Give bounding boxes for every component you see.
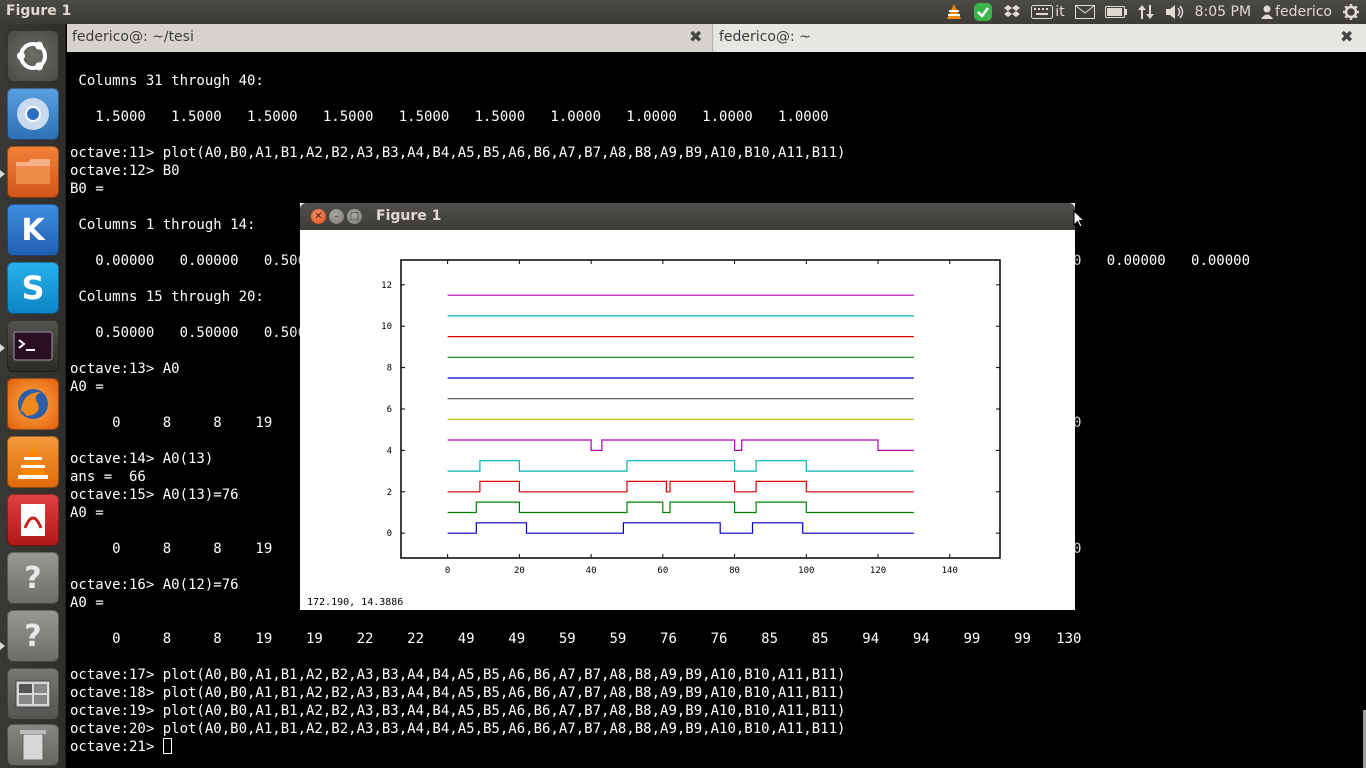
vlc-tray-icon[interactable]	[945, 0, 963, 24]
terminal-line: Columns 31 through 40:	[70, 73, 264, 89]
user-menu[interactable]: federico	[1261, 0, 1332, 24]
terminal-tab-bar: federico@: ~/tesi ✖ federico@: ~ ✖	[67, 24, 1366, 52]
dash-home-button[interactable]	[7, 30, 59, 82]
terminal-line: ans = 66	[70, 469, 146, 485]
dropbox-icon[interactable]	[1003, 0, 1021, 24]
plot-frame	[400, 259, 1001, 559]
top-panel: Figure 1 it 8:05 PM federico	[0, 0, 1366, 24]
vlc-icon	[18, 446, 48, 479]
trash-icon	[20, 730, 46, 761]
tab-terminal-home[interactable]: federico@: ~ ✖	[714, 24, 1366, 52]
unknown-app-launcher-1[interactable]: ?	[7, 552, 59, 604]
chromium-icon	[17, 98, 49, 130]
terminal-line: octave:20> plot(A0,B0,A1,B1,A2,B2,A3,B3,…	[70, 721, 846, 737]
x-tick-label: 120	[870, 566, 886, 576]
plot-area[interactable]: 0 20 40 60 80 100 120 140 0 2 4 6 8 10 12	[300, 230, 1075, 595]
workspace-switcher-launcher[interactable]	[7, 668, 59, 720]
close-window-button[interactable]: ✕	[311, 209, 326, 224]
skype-icon: S	[21, 269, 45, 307]
maximize-window-button[interactable]: □	[347, 209, 362, 224]
terminal-line: 0 8 8 19 19 22 22 49 49 59 59 76 76 85 8…	[70, 631, 1082, 647]
document-viewer-launcher[interactable]	[7, 494, 59, 546]
x-tick-label: 100	[798, 566, 814, 576]
tab-close-icon[interactable]: ✖	[1340, 27, 1353, 46]
chromium-launcher[interactable]	[7, 88, 59, 140]
x-tick-label: 80	[729, 566, 740, 576]
y-tick-label: 8	[387, 364, 392, 374]
y-tick-label: 0	[387, 529, 392, 539]
figure-titlebar[interactable]: ✕ – □ Figure 1	[300, 203, 1075, 230]
terminal-line: Columns 1 through 14:	[70, 217, 256, 233]
terminal-launcher[interactable]	[7, 320, 59, 372]
network-icon[interactable]	[1137, 0, 1155, 24]
firefox-launcher[interactable]	[7, 378, 59, 430]
tab-terminal-tesi[interactable]: federico@: ~/tesi ✖	[67, 24, 713, 52]
figure-window[interactable]: ✕ – □ Figure 1 0 20 40 60 80 100 120 140 0 2 4 6 8 10…	[300, 203, 1075, 610]
cursor-coordinates: 172.190, 14.3886	[307, 597, 404, 608]
y-tick-label: 12	[381, 281, 392, 291]
terminal-cursor	[162, 738, 172, 754]
y-tick-label: 2	[387, 488, 392, 498]
update-ok-icon[interactable]	[973, 0, 993, 24]
y-tick-label: 4	[387, 446, 392, 456]
terminal-line: A0 =	[70, 595, 104, 611]
tab-close-icon[interactable]: ✖	[689, 27, 702, 46]
trash-launcher[interactable]	[7, 724, 59, 766]
keyboard-layout-label: it	[1055, 4, 1065, 20]
clock[interactable]: 8:05 PM	[1195, 0, 1251, 24]
launcher: K S ? ?	[0, 24, 66, 768]
user-name: federico	[1275, 4, 1332, 20]
x-tick-label: 0	[445, 566, 450, 576]
terminal-line: 1.5000 1.5000 1.5000 1.5000 1.5000 1.500…	[70, 109, 829, 125]
kile-icon: K	[21, 212, 45, 248]
terminal-line: B0 =	[70, 181, 104, 197]
document-viewer-icon	[21, 504, 45, 536]
battery-icon[interactable]	[1104, 0, 1127, 24]
unknown-app-launcher-2[interactable]: ?	[7, 610, 59, 662]
workspace-switcher-icon	[15, 680, 51, 708]
terminal-icon	[13, 331, 53, 361]
terminal-line: octave:12> B0	[70, 163, 180, 179]
app-title: Figure 1	[6, 3, 72, 19]
skype-launcher[interactable]: S	[7, 262, 59, 314]
y-tick-label: 6	[387, 405, 392, 415]
question-mark-icon: ?	[24, 560, 42, 596]
keyboard-layout-indicator[interactable]: it	[1031, 0, 1065, 24]
tab-label: federico@: ~/tesi	[72, 29, 194, 45]
figure-title: Figure 1	[376, 208, 442, 224]
terminal-line: octave:15> A0(13)=76	[70, 487, 239, 503]
firefox-icon	[18, 389, 48, 419]
mouse-pointer-icon	[1073, 210, 1085, 228]
indicator-area: it 8:05 PM federico	[945, 0, 1360, 24]
terminal-line: Columns 15 through 20:	[70, 289, 264, 305]
user-icon	[1261, 5, 1274, 19]
ubuntu-logo-icon	[17, 41, 47, 71]
x-tick-label: 140	[942, 566, 958, 576]
question-mark-icon: ?	[24, 618, 42, 654]
terminal-line: octave:18> plot(A0,B0,A1,B1,A2,B2,A3,B3,…	[70, 685, 846, 701]
session-gear-icon[interactable]	[1342, 0, 1360, 24]
terminal-line: octave:21>	[70, 738, 172, 756]
tab-label: federico@: ~	[719, 29, 811, 45]
terminal-line: octave:14> A0(13)	[70, 451, 214, 467]
x-tick-label: 40	[586, 566, 597, 576]
minimize-window-button[interactable]: –	[329, 209, 344, 224]
terminal-line: A0 =	[70, 505, 104, 521]
files-launcher[interactable]	[7, 146, 59, 198]
vlc-launcher[interactable]	[7, 436, 59, 488]
terminal-line: octave:13> A0	[70, 361, 180, 377]
volume-icon[interactable]	[1165, 0, 1185, 24]
kile-launcher[interactable]: K	[7, 204, 59, 256]
mail-icon[interactable]	[1074, 0, 1095, 24]
terminal-line: A0 =	[70, 379, 104, 395]
terminal-line: octave:16> A0(12)=76	[70, 577, 239, 593]
x-tick-label: 20	[514, 566, 525, 576]
y-tick-label: 10	[381, 322, 392, 332]
terminal-line: octave:11> plot(A0,B0,A1,B1,A2,B2,A3,B3,…	[70, 145, 846, 161]
terminal-line: octave:19> plot(A0,B0,A1,B1,A2,B2,A3,B3,…	[70, 703, 846, 719]
terminal-line: octave:17> plot(A0,B0,A1,B1,A2,B2,A3,B3,…	[70, 667, 846, 683]
folder-icon	[16, 159, 50, 184]
x-tick-label: 60	[657, 566, 668, 576]
